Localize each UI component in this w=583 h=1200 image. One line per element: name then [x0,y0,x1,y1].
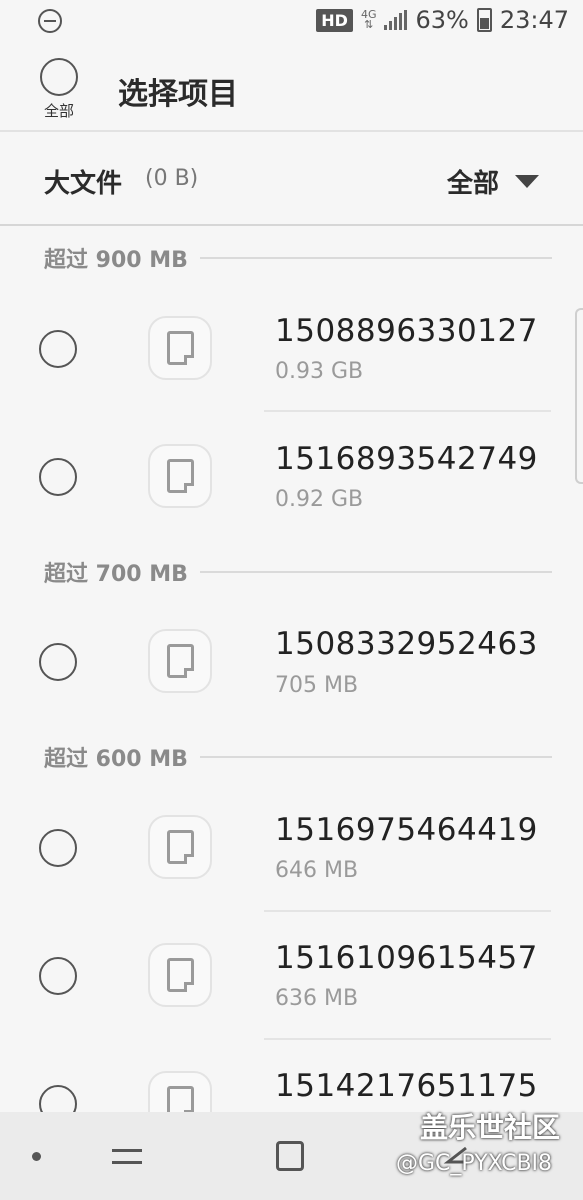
watermark-title: 盖乐世社区 [420,1111,561,1144]
file-icon [148,316,212,380]
filter-bar: 大文件 (0 B) 全部 [0,132,583,224]
recents-icon[interactable] [112,1140,144,1172]
divider [264,410,551,412]
divider [264,910,551,912]
filter-dropdown[interactable]: 全部 [447,163,539,200]
divider [264,1038,551,1040]
section-header: 超过 700 MB [44,556,552,588]
file-size: 646 MB [275,858,359,883]
file-icon [148,629,212,693]
checkbox-circle-icon[interactable] [39,458,77,496]
document-icon [167,644,194,678]
file-size: 0.93 GB [275,359,364,384]
document-icon [167,830,194,864]
fast-scroll-handle[interactable] [575,308,583,484]
file-icon [148,444,212,508]
file-size: 0.92 GB [275,487,364,512]
navigation-bar: 盖乐世社区 @GC_PYXCBI8 [0,1111,583,1200]
watermark-user: @GC_PYXCBI8 [396,1151,553,1176]
file-name: 1516975464419 [275,812,538,848]
checkbox-circle-icon[interactable] [39,330,77,368]
file-name: 1514217651175 [275,1068,538,1104]
file-icon [148,815,212,879]
home-icon[interactable] [276,1141,304,1171]
section-header: 超过 900 MB [44,242,552,274]
file-size: 636 MB [275,986,359,1011]
checkbox-circle-icon[interactable] [39,829,77,867]
file-name: 1516109615457 [275,940,538,976]
dot-icon[interactable] [32,1152,41,1161]
category-title: 大文件 [44,169,123,199]
file-name: 1508332952463 [275,626,538,662]
divider [0,224,583,226]
document-icon [167,459,194,493]
document-icon [167,331,194,365]
filter-dropdown-value: 全部 [446,169,499,199]
file-row[interactable]: 1514217651175 [0,0,583,1135]
file-size: 705 MB [275,673,359,698]
file-name: 1516893542749 [275,441,538,477]
section-header: 超过 600 MB [44,741,552,773]
file-name: 1508896330127 [275,313,538,349]
document-icon [167,958,194,992]
selected-size: (0 B) [145,166,199,191]
checkbox-circle-icon[interactable] [39,957,77,995]
file-icon [148,943,212,1007]
checkbox-circle-icon[interactable] [39,643,77,681]
caret-down-icon [515,175,539,188]
